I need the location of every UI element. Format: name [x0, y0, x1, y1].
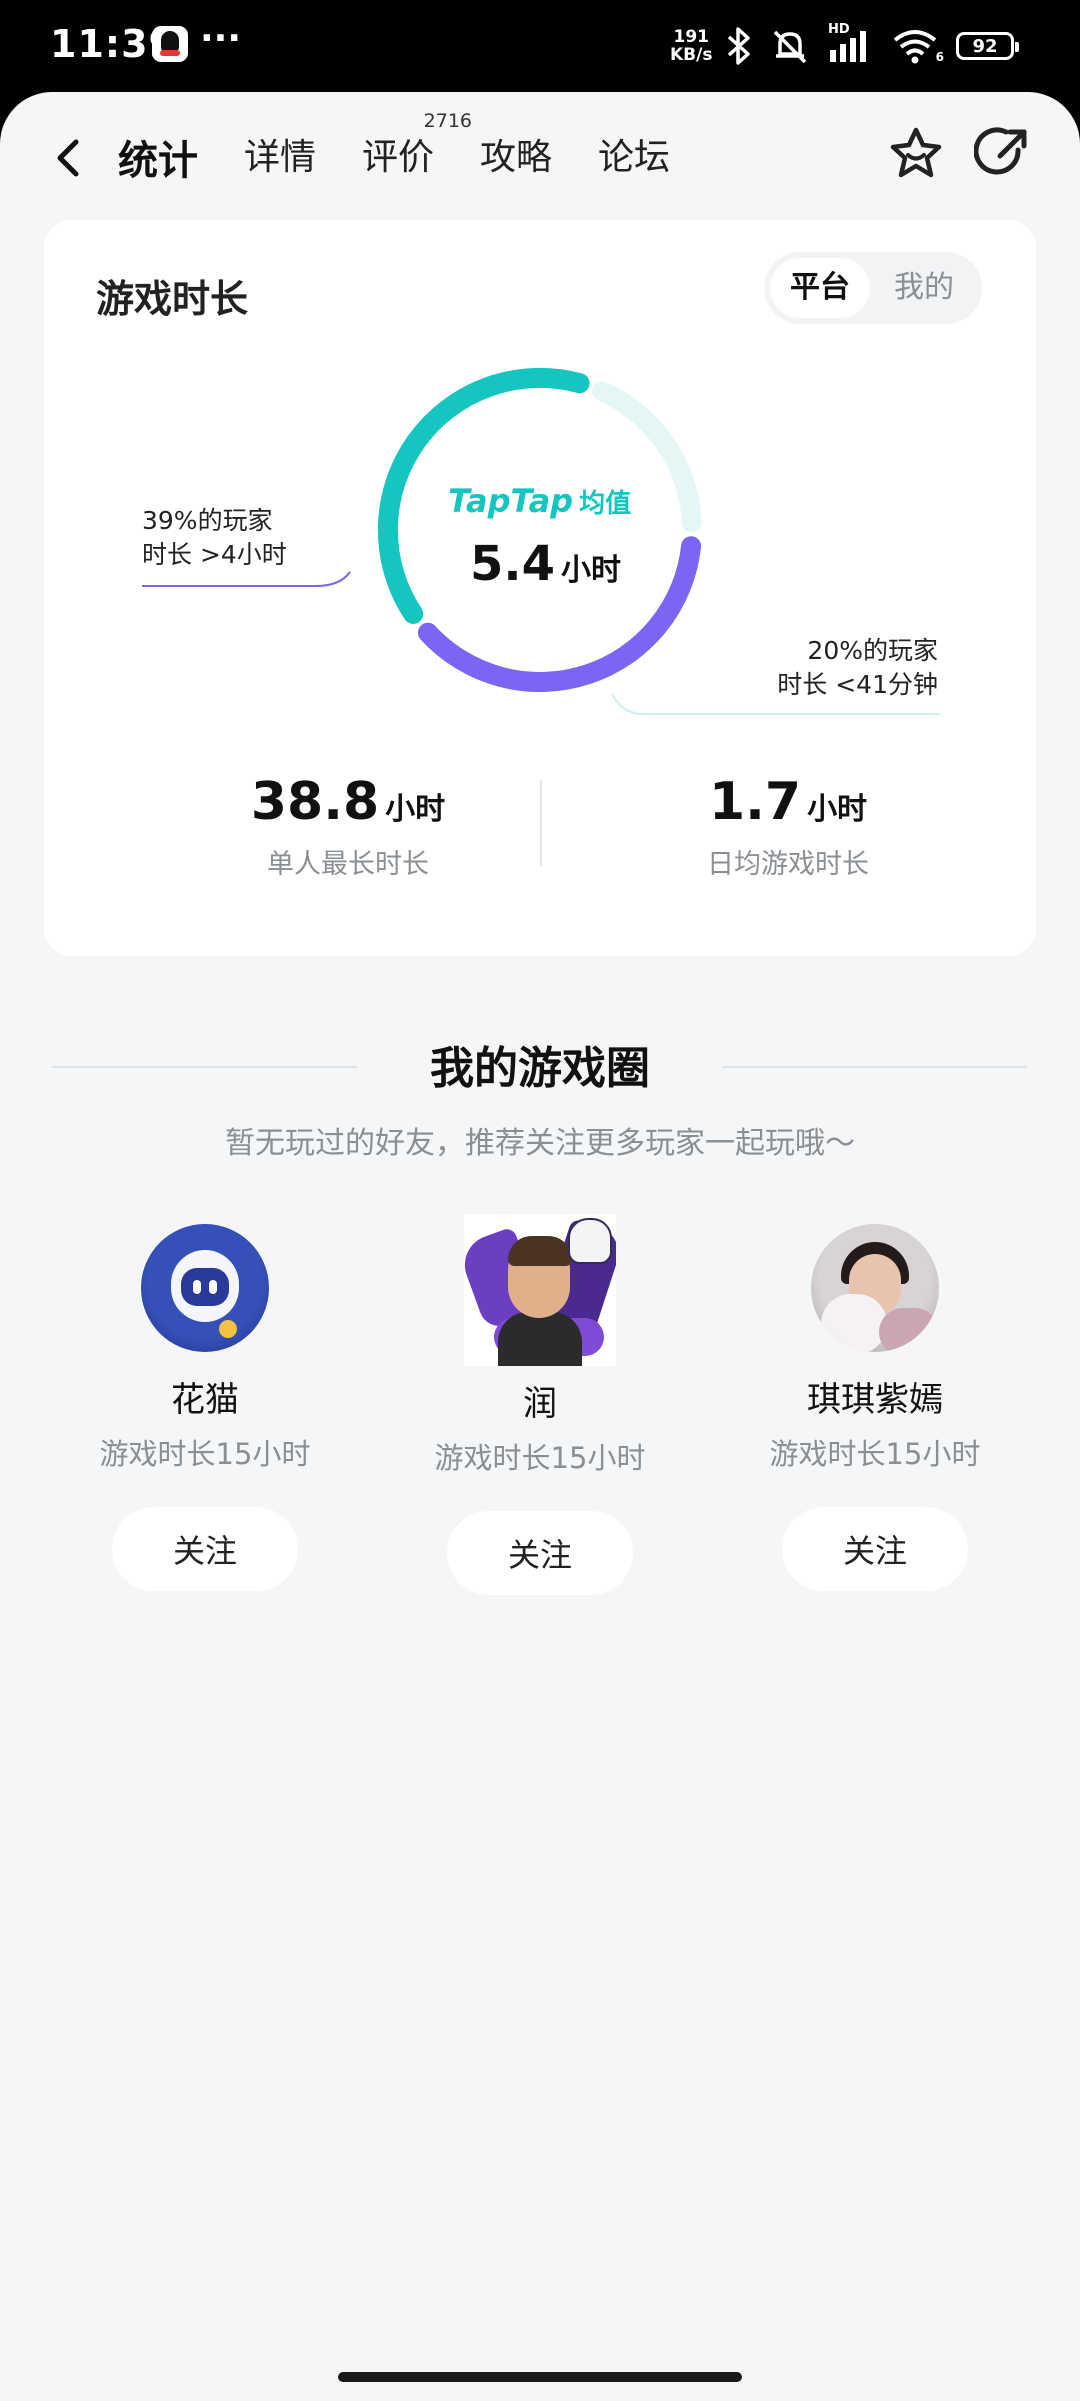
more-notifications-icon: ···: [200, 18, 242, 59]
under-41m-label-line2: 时长 <41分钟: [777, 670, 938, 699]
tab-details[interactable]: 详情: [244, 128, 316, 190]
game-circle-title: 我的游戏圈: [430, 1043, 650, 1094]
friend-name[interactable]: 琪琪紫嫣: [725, 1372, 1025, 1421]
metric-divider: [540, 780, 542, 866]
left-leader-line: [142, 571, 351, 587]
friend-card: 花猫 游戏时长15小时 关注: [55, 1224, 355, 1591]
net-speed: 191 KB/s: [670, 28, 712, 64]
back-button[interactable]: [42, 122, 98, 192]
follow-button[interactable]: 关注: [782, 1507, 968, 1591]
under-41m-label: 20%的玩家 时长 <41分钟: [777, 634, 938, 702]
status-bar: 11:39 ··· 191 KB/s HD 6 92: [0, 0, 1080, 92]
back-icon: [57, 139, 79, 177]
avatar[interactable]: [464, 1214, 616, 1366]
max-playtime-label: 单人最长时长: [267, 849, 429, 880]
friend-playtime: 游戏时长15小时: [769, 1437, 981, 1471]
home-indicator[interactable]: [338, 2372, 742, 2382]
over-4h-label-line2: 时长 >4小时: [142, 540, 287, 569]
star-icon: [890, 127, 942, 178]
friend-card: 琪琪紫嫣 游戏时长15小时 关注: [725, 1224, 1025, 1591]
friend-name[interactable]: 润: [390, 1376, 690, 1425]
tab-stats-label: 统计: [118, 138, 198, 184]
avatar[interactable]: [811, 1224, 939, 1352]
share-icon: [973, 127, 1027, 175]
favorite-button[interactable]: [886, 124, 946, 184]
daily-playtime-unit: 小时: [807, 792, 868, 827]
daily-playtime-metric: 1.7 小时 日均游戏时长: [648, 772, 928, 881]
qq-icon: [152, 26, 188, 62]
tab-details-label: 详情: [244, 137, 317, 178]
net-speed-value: 191: [673, 27, 709, 47]
max-playtime-unit: 小时: [385, 792, 446, 827]
tab-reviews-label: 评价: [362, 137, 435, 178]
review-count-badge: 2716: [423, 110, 473, 132]
daily-playtime-value: 1.7: [708, 772, 802, 832]
daily-playtime-label: 日均游戏时长: [707, 849, 869, 880]
over-4h-label-line1: 39%的玩家: [142, 506, 273, 535]
top-navigation: 统计 详情 评价 2716 攻略 论坛: [0, 92, 1080, 222]
net-speed-unit: KB/s: [670, 45, 713, 65]
hd-label: HD: [828, 22, 850, 37]
friend-playtime: 游戏时长15小时: [434, 1441, 646, 1475]
under-41m-label-line1: 20%的玩家: [807, 636, 938, 665]
friend-playtime: 游戏时长15小时: [99, 1437, 311, 1471]
average-unit: 小时: [561, 553, 622, 588]
average-word: 均值: [579, 489, 632, 519]
average-number: 5.4: [470, 536, 556, 592]
taptap-average-label: TapTap 均值: [448, 482, 631, 520]
avatar[interactable]: [141, 1224, 269, 1352]
tab-reviews[interactable]: 评价 2716: [362, 110, 472, 190]
signal-icon: HD: [828, 22, 874, 64]
section-divider-right: [722, 1066, 1027, 1068]
over-4h-label: 39%的玩家 时长 >4小时: [142, 504, 287, 572]
mute-icon: [770, 26, 810, 66]
share-button[interactable]: [973, 124, 1032, 182]
max-playtime-value: 38.8: [250, 772, 380, 832]
follow-button[interactable]: 关注: [112, 1507, 298, 1591]
bluetooth-icon: [726, 27, 752, 65]
app-screen: 统计 详情 评价 2716 攻略 论坛 游戏时长 平台 我的 TapTap 均值…: [0, 92, 1080, 2401]
max-playtime-metric: 38.8 小时 单人最长时长: [178, 772, 518, 881]
tab-guides-label: 攻略: [480, 137, 553, 178]
tab-guides[interactable]: 攻略: [480, 128, 552, 190]
friend-card: 润 游戏时长15小时 关注: [390, 1214, 690, 1595]
status-icons: HD 6 92: [726, 22, 1019, 68]
tab-forum[interactable]: 论坛: [598, 128, 670, 190]
playtime-stats-card: 游戏时长 平台 我的 TapTap 均值 5.4 小时 39%的玩家 时长 >4小时…: [44, 220, 1036, 956]
friend-name[interactable]: 花猫: [55, 1372, 355, 1421]
wifi-6-label: 6: [935, 50, 944, 64]
battery-icon: 92: [956, 32, 1019, 60]
game-circle-subtitle: 暂无玩过的好友，推荐关注更多玩家一起玩哦～: [225, 1126, 855, 1161]
taptap-logo: TapTap: [448, 482, 574, 520]
follow-button[interactable]: 关注: [447, 1511, 633, 1595]
average-value: 5.4 小时: [470, 536, 621, 592]
tab-stats[interactable]: 统计: [116, 128, 200, 190]
wifi-icon: 6: [892, 28, 944, 64]
tab-forum-label: 论坛: [598, 137, 671, 178]
tab-bar: 统计 详情 评价 2716 攻略 论坛: [116, 110, 716, 190]
